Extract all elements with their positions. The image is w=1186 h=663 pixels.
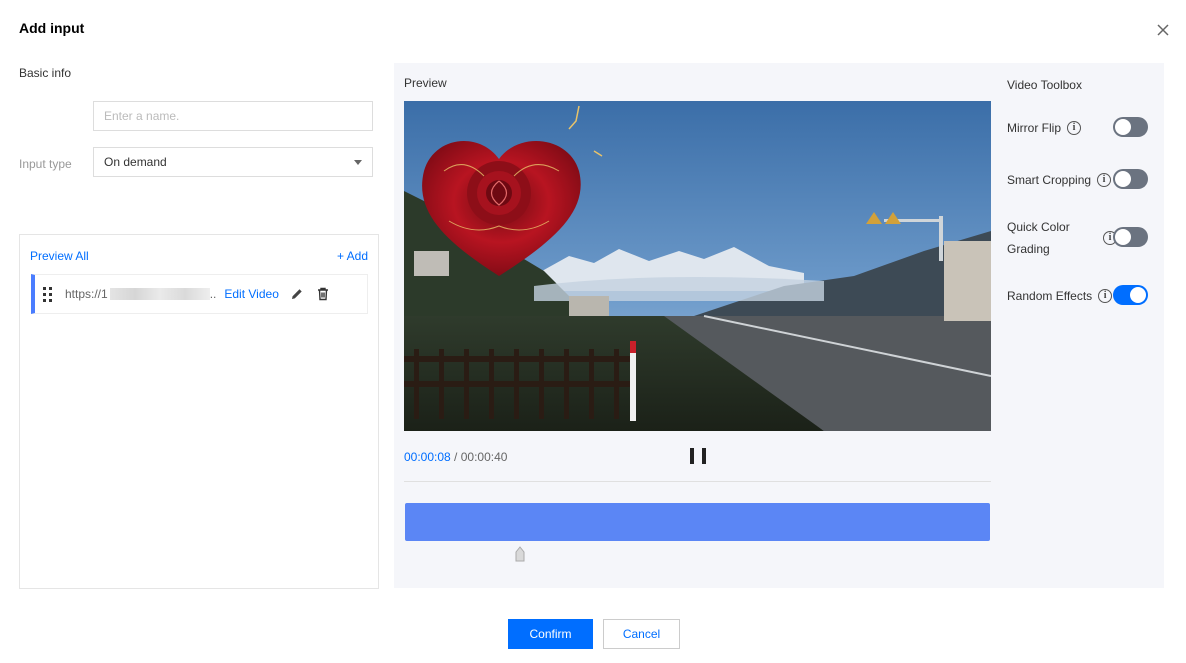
close-button[interactable] (1153, 20, 1173, 40)
pause-icon-bar (690, 448, 694, 464)
url-suffix: .. (209, 287, 217, 301)
dialog-title: Add input (19, 20, 85, 36)
tool-label: Quick Color Grading (1007, 220, 1070, 256)
playhead-icon[interactable] (515, 546, 525, 562)
drag-handle-icon[interactable] (43, 286, 57, 302)
total-time: 00:00:40 (460, 450, 508, 464)
list-item[interactable]: https://1 .. Edit Video (31, 274, 368, 314)
pause-icon-bar (702, 448, 706, 464)
input-type-select[interactable]: On demand (93, 147, 373, 177)
tool-random-effects: Random Effects i (1007, 285, 1113, 307)
input-url: https://1 .. (65, 287, 216, 301)
tool-mirror-flip: Mirror Flip i (1007, 117, 1081, 139)
tool-smart-cropping: Smart Cropping i (1007, 169, 1112, 191)
name-input[interactable] (93, 101, 373, 131)
video-player[interactable] (404, 101, 991, 431)
video-frame (404, 101, 991, 431)
time-separator: / (450, 450, 461, 464)
input-type-label: Input type (19, 157, 72, 171)
info-icon[interactable]: i (1098, 289, 1113, 303)
edit-video-link[interactable]: Edit Video (224, 287, 279, 301)
preview-all-link[interactable]: Preview All (30, 249, 89, 263)
add-link[interactable]: + Add (337, 249, 368, 263)
current-time: 00:00:08 (404, 450, 451, 464)
info-icon[interactable]: i (1067, 121, 1081, 135)
trash-icon[interactable] (315, 286, 331, 302)
pencil-icon[interactable] (289, 286, 305, 302)
divider (404, 481, 991, 482)
input-list-panel: Preview All + Add https://1 .. Edit Vide… (19, 234, 379, 589)
url-redacted (109, 288, 210, 300)
url-prefix: https://1 (65, 287, 108, 301)
preview-title: Preview (404, 76, 447, 90)
smart-cropping-toggle[interactable] (1113, 169, 1148, 189)
confirm-button[interactable]: Confirm (508, 619, 593, 649)
tool-label: Mirror Flip (1007, 121, 1061, 135)
tool-label: Smart Cropping (1007, 173, 1092, 187)
close-icon (1157, 24, 1169, 36)
pause-button[interactable] (690, 448, 706, 464)
toolbox-title: Video Toolbox (1007, 78, 1082, 92)
input-type-value: On demand (104, 155, 167, 169)
cancel-button[interactable]: Cancel (603, 619, 680, 649)
random-effects-toggle[interactable] (1113, 285, 1148, 305)
timeline-clip[interactable] (405, 503, 990, 541)
info-icon[interactable]: i (1097, 173, 1112, 187)
tool-quick-color-grading: Quick Color Grading i (1007, 216, 1117, 260)
basic-info-label: Basic info (19, 66, 72, 80)
tool-label: Random Effects (1007, 289, 1093, 303)
quick-color-grading-toggle[interactable] (1113, 227, 1148, 247)
caret-down-icon (354, 159, 362, 165)
playback-time: 00:00:08 / 00:00:40 (404, 450, 507, 464)
mirror-flip-toggle[interactable] (1113, 117, 1148, 137)
